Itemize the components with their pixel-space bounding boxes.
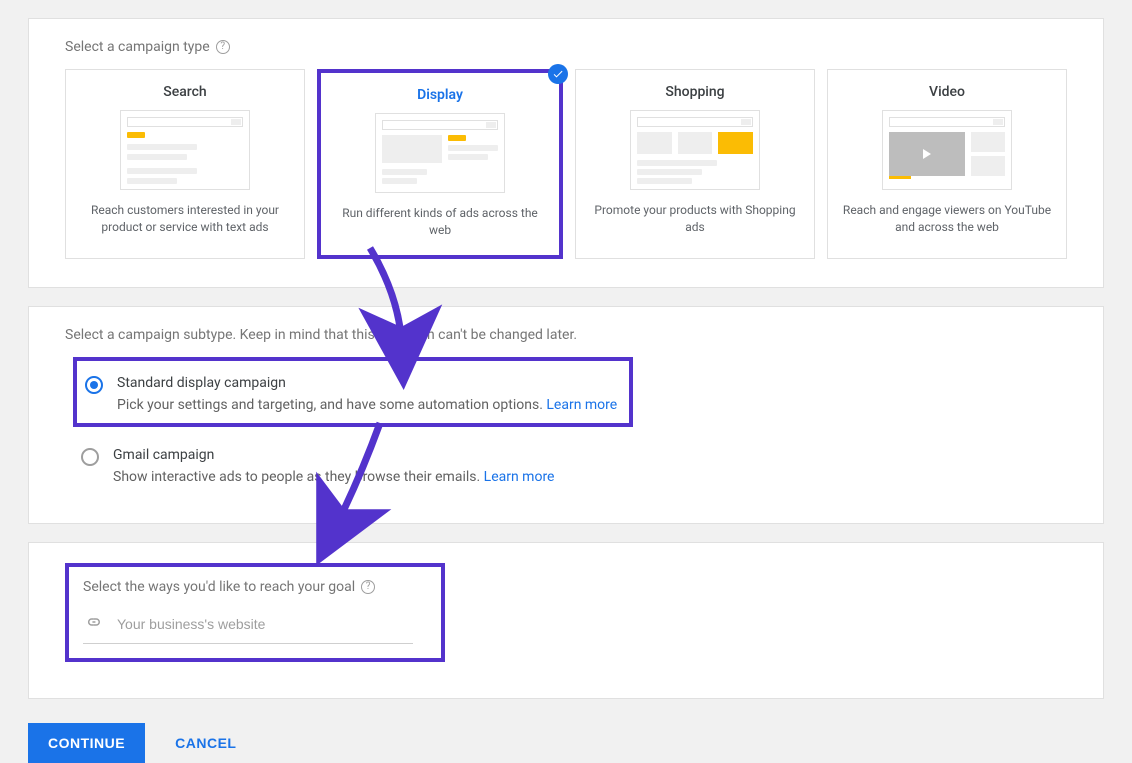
goal-label-text: Select the ways you'd like to reach your… xyxy=(83,579,355,595)
learn-more-link[interactable]: Learn more xyxy=(546,397,617,413)
card-title: Search xyxy=(76,84,294,100)
card-title: Display xyxy=(331,87,549,103)
campaign-type-search[interactable]: Search Reach customers interested in you… xyxy=(65,69,305,259)
subtype-title: Standard display campaign xyxy=(117,375,617,391)
card-desc: Reach and engage viewers on YouTube and … xyxy=(838,202,1056,236)
campaign-type-video[interactable]: Video Reach and engage viewer xyxy=(827,69,1067,259)
action-bar: CONTINUE CANCEL xyxy=(28,723,1104,763)
help-icon[interactable]: ? xyxy=(216,40,230,54)
card-desc: Run different kinds of ads across the we… xyxy=(331,205,549,239)
website-field[interactable] xyxy=(83,605,413,644)
video-thumbnail xyxy=(882,110,1012,190)
subtype-standard-display[interactable]: Standard display campaign Pick your sett… xyxy=(73,357,633,427)
subtype-gmail[interactable]: Gmail campaign Show interactive ads to p… xyxy=(73,433,1067,495)
website-input[interactable] xyxy=(115,615,411,633)
display-thumbnail xyxy=(375,113,505,193)
campaign-type-shopping[interactable]: Shopping Promote your products with Shop… xyxy=(575,69,815,259)
subtype-title: Gmail campaign xyxy=(113,447,554,463)
card-title: Shopping xyxy=(586,84,804,100)
campaign-type-panel: Select a campaign type ? Search Reach cu… xyxy=(28,18,1104,288)
search-thumbnail xyxy=(120,110,250,190)
continue-button[interactable]: CONTINUE xyxy=(28,723,145,763)
card-title: Video xyxy=(838,84,1056,100)
cancel-button[interactable]: CANCEL xyxy=(169,734,242,752)
shopping-thumbnail xyxy=(630,110,760,190)
radio-icon xyxy=(85,376,103,394)
campaign-subtype-label-text: Select a campaign subtype. Keep in mind … xyxy=(65,327,577,343)
campaign-type-display[interactable]: Display Run different kinds of ads xyxy=(317,69,563,259)
card-desc: Reach customers interested in your produ… xyxy=(76,202,294,236)
campaign-type-label-text: Select a campaign type xyxy=(65,39,210,55)
subtype-desc: Show interactive ads to people as they b… xyxy=(113,469,554,485)
campaign-subtype-label: Select a campaign subtype. Keep in mind … xyxy=(65,327,1067,343)
help-icon[interactable]: ? xyxy=(361,580,375,594)
card-desc: Promote your products with Shopping ads xyxy=(586,202,804,236)
campaign-subtype-panel: Select a campaign subtype. Keep in mind … xyxy=(28,306,1104,524)
campaign-type-label: Select a campaign type ? xyxy=(65,39,1067,55)
selected-check-icon xyxy=(548,64,568,84)
goal-panel: Select the ways you'd like to reach your… xyxy=(28,542,1104,699)
learn-more-link[interactable]: Learn more xyxy=(484,469,555,485)
link-icon xyxy=(85,613,103,635)
subtype-desc: Pick your settings and targeting, and ha… xyxy=(117,397,617,413)
radio-icon xyxy=(81,448,99,466)
campaign-type-grid: Search Reach customers interested in you… xyxy=(65,69,1067,259)
goal-label: Select the ways you'd like to reach your… xyxy=(83,579,427,595)
